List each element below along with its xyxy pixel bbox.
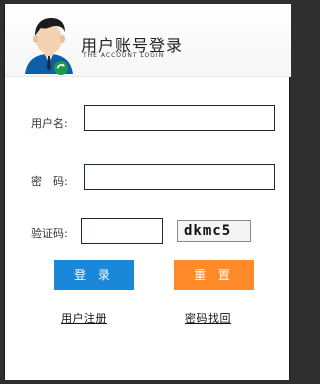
login-header: 用户账号登录 THE ACCOUNT LOGIN [5, 4, 291, 77]
username-label: 用户名: [31, 117, 68, 130]
forgot-password-link[interactable]: 密码找回 [185, 310, 231, 326]
login-button[interactable]: 登 录 [54, 260, 134, 290]
captcha-input[interactable] [81, 218, 163, 244]
password-input[interactable] [84, 164, 275, 190]
password-label: 密 码: [31, 175, 68, 188]
captcha-image[interactable]: dkmc5 [177, 220, 251, 242]
refresh-badge-icon [54, 61, 68, 75]
register-link[interactable]: 用户注册 [61, 310, 107, 326]
login-panel: 用户账号登录 THE ACCOUNT LOGIN 用户名: 密 码: 验证码: … [4, 4, 291, 380]
page-subtitle: THE ACCOUNT LOGIN [83, 52, 165, 59]
captcha-label: 验证码: [31, 227, 68, 240]
captcha-text: dkmc5 [184, 223, 232, 239]
user-avatar-icon [21, 12, 77, 76]
reset-button[interactable]: 重 置 [174, 260, 254, 290]
username-input[interactable] [84, 105, 275, 131]
